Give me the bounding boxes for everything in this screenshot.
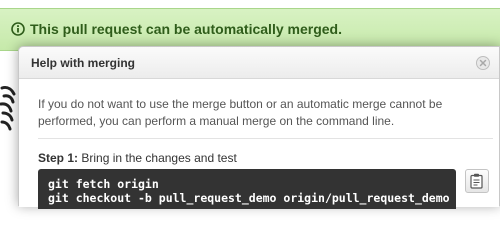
close-icon[interactable]: [475, 55, 491, 71]
divider: [38, 138, 493, 139]
merge-instructions: If you do not want to use the merge butt…: [38, 97, 443, 128]
merge-status-text: This pull request can be automatically m…: [30, 21, 342, 37]
copy-to-clipboard-button[interactable]: [465, 169, 489, 193]
step-text: Bring in the changes and test: [81, 151, 237, 165]
info-icon: [11, 22, 25, 36]
code-line: git checkout -b pull_request_demo origin…: [48, 191, 450, 205]
step-label: Step 1:: [38, 151, 79, 165]
merge-help-modal: Help with merging If you do not want to …: [18, 46, 500, 209]
merge-status-banner: This pull request can be automatically m…: [0, 8, 500, 51]
clipboard-icon: [470, 173, 483, 189]
step-heading: Step 1: Bring in the changes and test: [38, 151, 237, 165]
code-line: git fetch origin: [48, 177, 159, 191]
modal-body: If you do not want to use the merge butt…: [19, 79, 499, 209]
command-code-block[interactable]: git fetch origin git checkout -b pull_req…: [38, 169, 456, 209]
modal-title: Help with merging: [31, 56, 136, 70]
modal-header: Help with merging: [19, 47, 499, 79]
